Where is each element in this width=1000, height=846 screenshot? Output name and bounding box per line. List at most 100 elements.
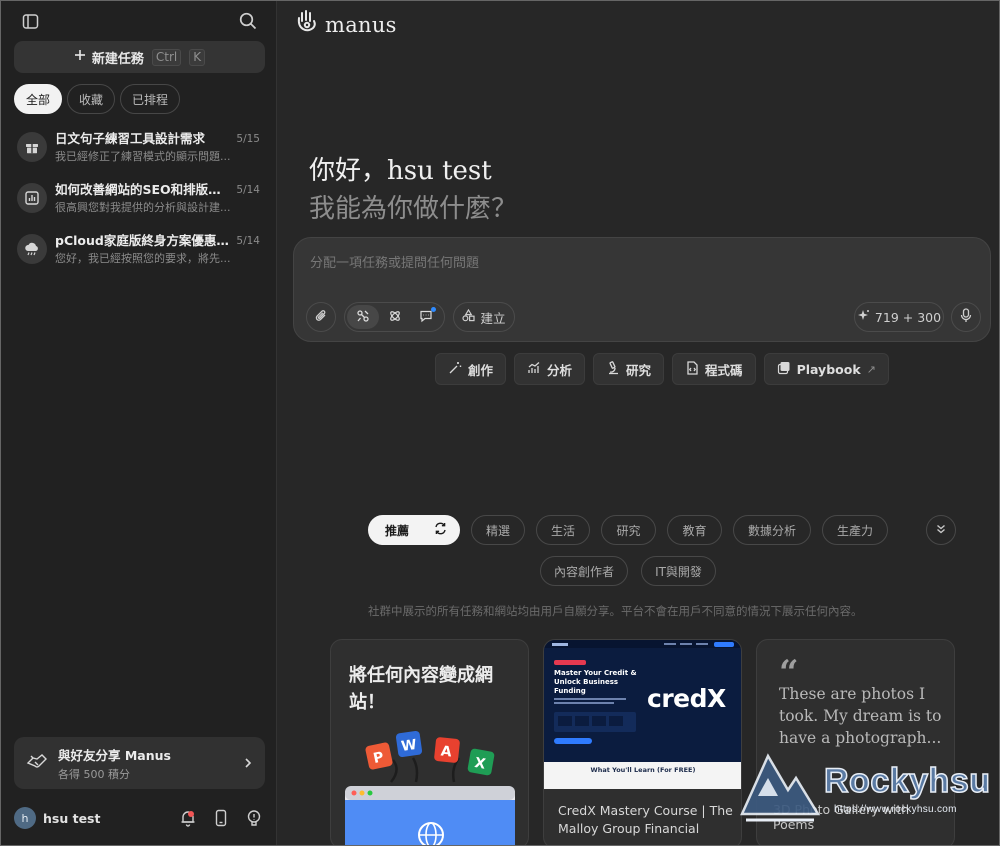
task-title: pCloud家庭版終身方案優惠及... bbox=[55, 233, 233, 248]
filter-scheduled[interactable]: 已排程 bbox=[120, 84, 181, 114]
search-icon[interactable] bbox=[234, 7, 262, 35]
filter-favorites[interactable]: 收藏 bbox=[67, 84, 116, 114]
expand-categories-button[interactable] bbox=[926, 515, 956, 545]
user-bar: h hsu test bbox=[1, 801, 276, 835]
paperclip-icon bbox=[314, 309, 328, 326]
tab-research[interactable]: 研究 bbox=[601, 515, 656, 545]
playbook-action-button[interactable]: Playbook ↗ bbox=[763, 353, 889, 385]
community-notice: 社群中展示的所有任務和網站均由用戶自願分享。平台不會在用戶不同意的情況下展示任何… bbox=[368, 604, 863, 618]
cloud-icon bbox=[17, 234, 47, 264]
showcase-card-credx[interactable]: Master Your Credit & Unlock Business Fun… bbox=[543, 639, 742, 846]
task-filter-tabs: 全部 收藏 已排程 bbox=[14, 84, 181, 114]
user-name[interactable]: hsu test bbox=[43, 811, 100, 826]
tab-data-analysis[interactable]: 數據分析 bbox=[733, 515, 811, 545]
task-composer[interactable]: 分配一項任務或提問任何問題 建立 719 + 300 bbox=[293, 237, 991, 342]
logo-text: manus bbox=[325, 13, 397, 37]
task-item[interactable]: 如何改善網站的SEO和排版設... 很高興您對我提供的分析與設計建... 5/1… bbox=[1, 176, 276, 227]
gift-icon bbox=[17, 132, 47, 162]
credx-hero-title: Master Your Credit & Unlock Business Fun… bbox=[554, 669, 637, 695]
research-label: 研究 bbox=[626, 362, 652, 378]
watermark-brand: Rockyhsu bbox=[823, 761, 991, 801]
watermark: Rockyhsu https://www.rockyhsu.com bbox=[730, 748, 991, 828]
watermark-url: https://www.rockyhsu.com bbox=[834, 804, 957, 815]
atom-icon bbox=[388, 309, 402, 326]
sidebar-header bbox=[1, 1, 276, 39]
chevron-right-icon bbox=[243, 754, 253, 773]
playbook-icon bbox=[777, 361, 791, 378]
build-button[interactable]: 建立 bbox=[453, 302, 515, 332]
tab-productivity[interactable]: 生產力 bbox=[822, 515, 888, 545]
avatar[interactable]: h bbox=[14, 807, 36, 829]
plus-icon bbox=[74, 49, 86, 65]
hand-logo-icon bbox=[295, 9, 319, 41]
shapes-icon bbox=[462, 308, 476, 325]
credx-content-strip: What You'll Learn (For FREE) bbox=[544, 762, 741, 789]
svg-text:A: A bbox=[440, 743, 453, 760]
task-item[interactable]: 日文句子練習工具設計需求 我已經修正了練習模式的顯示問題... 5/15 bbox=[1, 125, 276, 176]
analyze-action-button[interactable]: 分析 bbox=[514, 353, 586, 385]
task-list: 日文句子練習工具設計需求 我已經修正了練習模式的顯示問題... 5/15 如何改… bbox=[1, 125, 276, 278]
sidebar-toggle-icon[interactable] bbox=[16, 7, 44, 35]
shortcut-ctrl: Ctrl bbox=[151, 48, 182, 66]
mode-selector bbox=[344, 302, 445, 332]
magic-wand-icon bbox=[448, 361, 462, 378]
composer-placeholder[interactable]: 分配一項任務或提問任何問題 bbox=[310, 252, 479, 271]
new-task-label: 新建任務 bbox=[91, 51, 144, 67]
tab-recommended-label: 推薦 bbox=[385, 523, 410, 538]
refresh-icon[interactable] bbox=[434, 522, 447, 538]
agent-mode-button[interactable] bbox=[347, 305, 379, 329]
new-indicator-dot bbox=[431, 307, 437, 312]
double-chevron-down-icon bbox=[935, 523, 947, 538]
share-reward: 各得 500 積分 bbox=[58, 767, 130, 781]
tab-lifestyle[interactable]: 生活 bbox=[536, 515, 590, 545]
mobile-icon[interactable] bbox=[212, 809, 230, 827]
create-label: 創作 bbox=[468, 362, 494, 378]
sparkle-icon bbox=[857, 309, 870, 325]
chat-mode-button[interactable] bbox=[410, 305, 442, 329]
rockyhsu-logo-icon bbox=[740, 753, 821, 822]
task-preview: 我已經修正了練習模式的顯示問題... bbox=[55, 150, 231, 163]
code-file-icon bbox=[685, 360, 699, 378]
tab-content-creators[interactable]: 內容創作者 bbox=[540, 556, 628, 586]
filter-all[interactable]: 全部 bbox=[14, 84, 63, 114]
task-item[interactable]: pCloud家庭版終身方案優惠及... 您好，我已經按照您的要求，將先... 5… bbox=[1, 227, 276, 278]
voice-input-button[interactable] bbox=[951, 302, 981, 332]
file-to-website-illustration: P W A X bbox=[345, 730, 515, 846]
bell-icon[interactable] bbox=[179, 809, 197, 827]
share-with-friends-card[interactable]: 與好友分享 Manus 各得 500 積分 bbox=[14, 737, 265, 789]
share-title: 與好友分享 Manus bbox=[58, 747, 171, 763]
lightbulb-icon[interactable] bbox=[245, 809, 263, 827]
shortcut-key: K bbox=[189, 48, 206, 66]
credits-button[interactable]: 719 + 300 bbox=[854, 302, 944, 332]
analyze-label: 分析 bbox=[547, 362, 573, 378]
card-caption: CredX Mastery Course | The Malloy Group … bbox=[558, 803, 733, 836]
prompt-question: 我能為你做什麼？ bbox=[309, 194, 518, 224]
task-date: 5/14 bbox=[236, 235, 260, 247]
svg-text:W: W bbox=[400, 737, 418, 755]
agent-icon bbox=[356, 309, 370, 326]
code-action-button[interactable]: 程式碼 bbox=[672, 353, 756, 385]
external-arrow-icon: ↗ bbox=[866, 362, 876, 376]
task-preview: 您好，我已經按照您的要求，將先... bbox=[55, 252, 231, 265]
tab-it-development[interactable]: IT與開發 bbox=[641, 556, 716, 586]
research-action-button[interactable]: 研究 bbox=[593, 353, 665, 385]
task-title: 如何改善網站的SEO和排版設... bbox=[55, 182, 233, 197]
new-task-button[interactable]: 新建任務 Ctrl K bbox=[14, 41, 265, 73]
tab-featured[interactable]: 精選 bbox=[471, 515, 525, 545]
quick-actions: 創作 分析 研究 程式碼 Playbook ↗ bbox=[435, 353, 889, 385]
tab-recommended[interactable]: 推薦 bbox=[368, 515, 460, 545]
showcase-card-website[interactable]: 將任何內容變成網站！ P W A X bbox=[330, 639, 529, 846]
task-preview: 很高興您對我提供的分析與設計建... bbox=[55, 201, 231, 214]
tab-education[interactable]: 教育 bbox=[667, 515, 722, 545]
bar-chart-icon bbox=[17, 183, 47, 213]
create-action-button[interactable]: 創作 bbox=[435, 353, 507, 385]
sidebar: 新建任務 Ctrl K 全部 收藏 已排程 日文句子練習工具設計需求 我已經修正… bbox=[1, 1, 277, 845]
task-title: 日文句子練習工具設計需求 bbox=[55, 131, 206, 146]
analytics-icon bbox=[527, 361, 541, 378]
card-title: 將任何內容變成網站！ bbox=[349, 665, 493, 713]
attach-button[interactable] bbox=[306, 302, 336, 332]
manus-logo[interactable]: manus bbox=[295, 9, 397, 41]
microscope-icon bbox=[606, 360, 620, 378]
brain-mode-button[interactable] bbox=[379, 305, 411, 329]
code-label: 程式碼 bbox=[705, 362, 743, 378]
